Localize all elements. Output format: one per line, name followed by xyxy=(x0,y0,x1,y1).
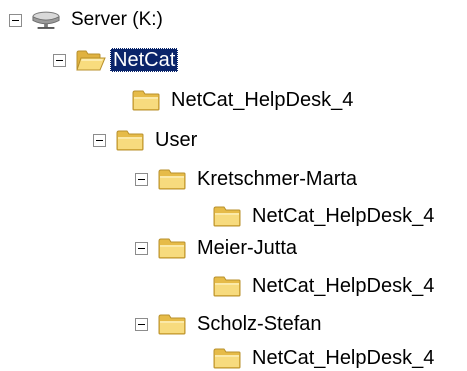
collapse-toggle-scholz-stefan[interactable] xyxy=(135,317,148,331)
tree-item-kretschmer-marta-helpdesk[interactable]: NetCat_HelpDesk_4 xyxy=(213,203,437,229)
folder-icon xyxy=(132,89,160,111)
tree-item-label: Scholz-Stefan xyxy=(197,313,322,335)
tree-item-label: Server (K:) xyxy=(71,9,163,30)
tree-item-label: User xyxy=(155,129,198,151)
folder-icon xyxy=(116,129,144,151)
tree-item-label-selected: NetCat xyxy=(110,48,179,72)
folder-icon xyxy=(213,347,241,369)
folder-icon xyxy=(158,313,186,335)
collapse-toggle-kretschmer-marta[interactable] xyxy=(135,172,148,186)
collapse-toggle-user[interactable] xyxy=(93,133,106,147)
tree-item-label: NetCat_HelpDesk_4 xyxy=(171,89,354,111)
collapse-toggle-meier-jutta[interactable] xyxy=(135,241,148,255)
tree-item-scholz-stefan-helpdesk[interactable]: NetCat_HelpDesk_4 xyxy=(213,345,437,371)
folder-open-icon xyxy=(76,49,106,71)
folder-icon xyxy=(158,168,186,190)
tree-item-label: NetCat_HelpDesk_4 xyxy=(252,275,435,297)
tree-item-label: Meier-Jutta xyxy=(197,237,298,259)
tree-item-label: Kretschmer-Marta xyxy=(197,168,358,190)
tree-item-user[interactable]: User xyxy=(93,127,200,153)
collapse-toggle-server[interactable] xyxy=(9,13,22,27)
tree-item-user-kretschmer-marta[interactable]: Kretschmer-Marta xyxy=(135,166,360,192)
tree-item-label: NetCat_HelpDesk_4 xyxy=(252,347,435,369)
tree-item-netcat-helpdesk[interactable]: NetCat_HelpDesk_4 xyxy=(132,87,356,113)
folder-tree: Server (K:) NetCat NetCat_HelpDesk_4 Use… xyxy=(0,0,467,371)
tree-item-user-meier-jutta[interactable]: Meier-Jutta xyxy=(135,235,300,261)
folder-icon xyxy=(213,275,241,297)
network-drive-icon xyxy=(32,11,60,30)
folder-icon xyxy=(213,205,241,227)
collapse-toggle-netcat[interactable] xyxy=(53,53,66,67)
tree-item-label: NetCat_HelpDesk_4 xyxy=(252,205,435,227)
tree-item-netcat[interactable]: NetCat xyxy=(53,47,179,73)
tree-item-meier-jutta-helpdesk[interactable]: NetCat_HelpDesk_4 xyxy=(213,273,437,299)
tree-item-user-scholz-stefan[interactable]: Scholz-Stefan xyxy=(135,311,325,337)
tree-item-server[interactable]: Server (K:) xyxy=(9,7,166,33)
folder-icon xyxy=(158,237,186,259)
